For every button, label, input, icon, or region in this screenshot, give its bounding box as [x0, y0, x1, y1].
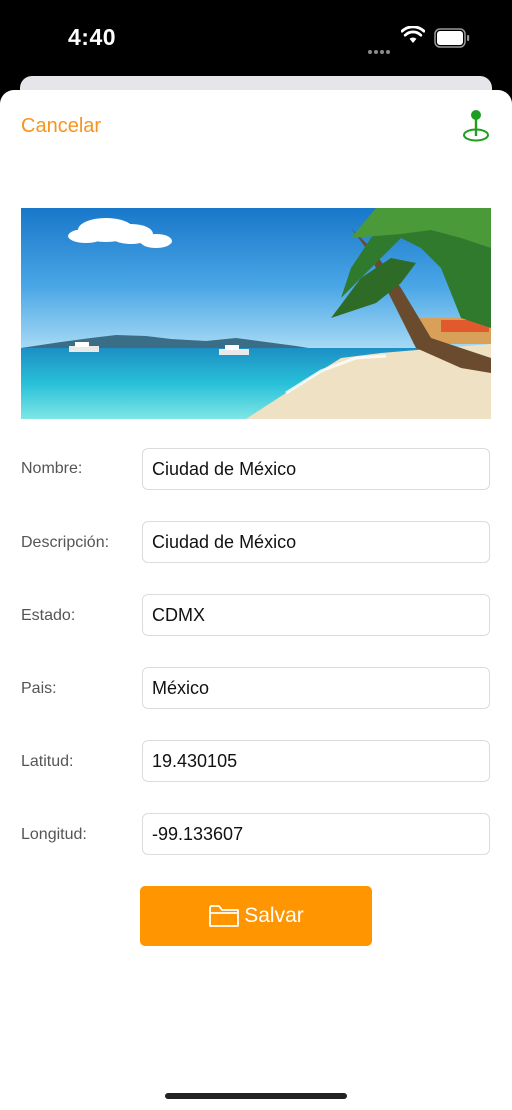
descripcion-input[interactable]	[142, 521, 490, 563]
field-label-nombre: Nombre:	[21, 460, 83, 477]
field-label-pais: Pais:	[21, 680, 57, 697]
home-indicator[interactable]	[165, 1093, 347, 1099]
pais-input[interactable]	[142, 667, 490, 709]
save-button[interactable]: Salvar	[140, 886, 372, 946]
save-button-label: Salvar	[244, 904, 304, 927]
status-bar: 4:40	[0, 0, 512, 76]
status-time: 4:40	[68, 24, 117, 50]
cellular-signal-icon	[368, 41, 392, 59]
estado-input[interactable]	[142, 594, 490, 636]
field-label-longitud: Longitud:	[21, 826, 87, 843]
folder-icon	[209, 905, 240, 927]
latitud-input[interactable]	[142, 740, 490, 782]
beach-image	[21, 208, 491, 419]
nombre-input[interactable]	[142, 448, 490, 490]
field-label-estado: Estado:	[21, 607, 76, 624]
longitud-input[interactable]	[142, 813, 490, 855]
battery-icon	[434, 28, 470, 48]
wifi-icon	[401, 26, 425, 43]
map-pin-icon[interactable]	[460, 108, 492, 144]
cancel-button[interactable]: Cancelar	[21, 115, 101, 138]
field-label-latitud: Latitud:	[21, 753, 74, 770]
field-label-descripcion: Descripción:	[21, 534, 110, 551]
